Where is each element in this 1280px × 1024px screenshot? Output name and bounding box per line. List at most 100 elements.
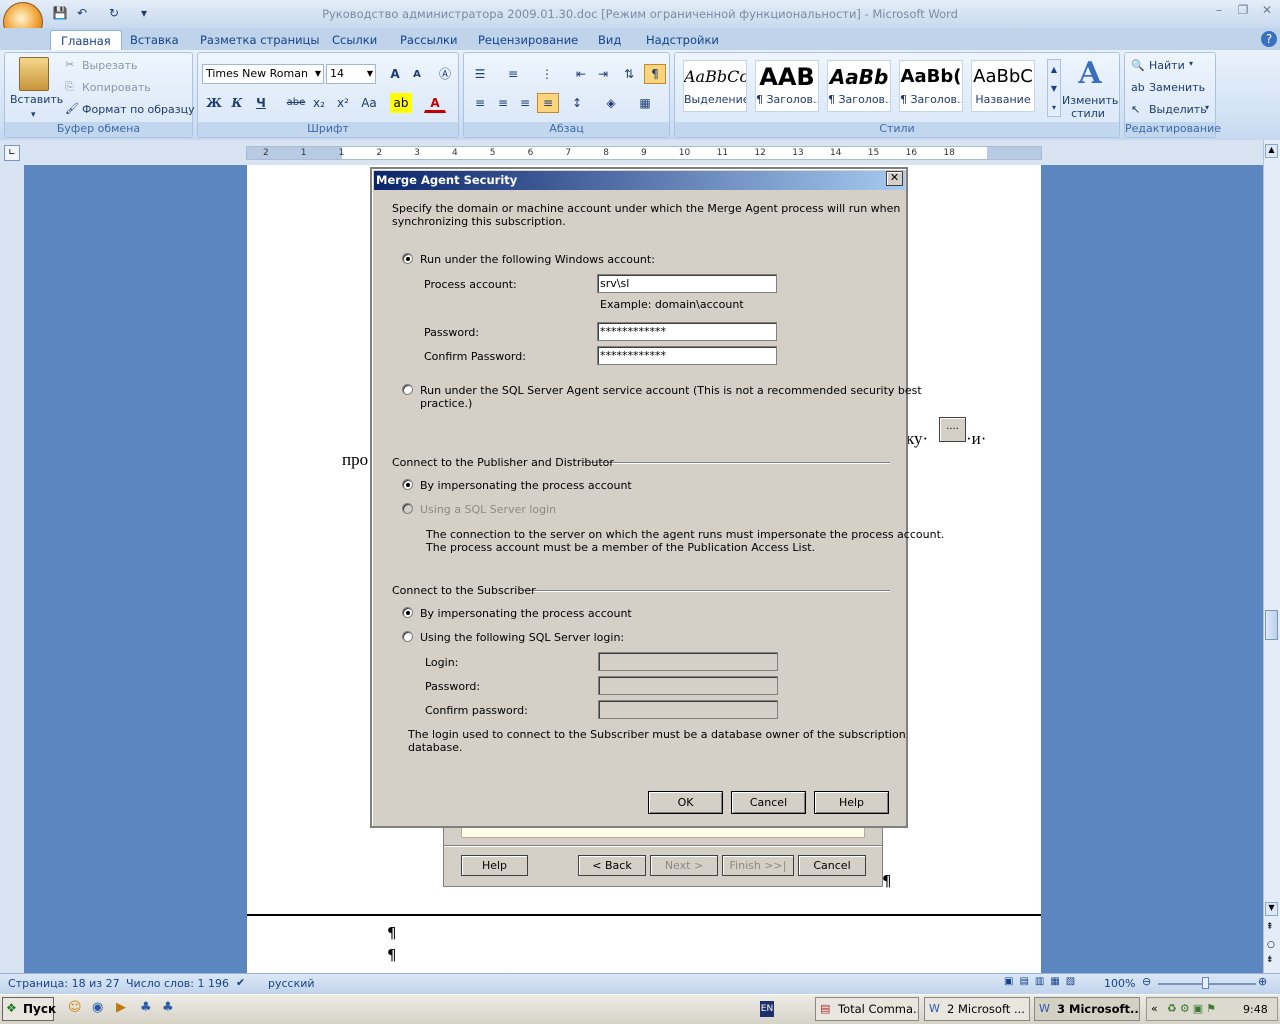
vertical-scrollbar[interactable]: ▲ ▼ ⇞ ○ ⇟ bbox=[1263, 140, 1280, 973]
justify-icon[interactable]: ≡ bbox=[537, 93, 559, 113]
bullets-icon[interactable]: ☰ bbox=[469, 64, 491, 84]
horizontal-ruler[interactable]: 2 1 1 2 3 4 5 6 7 8 9 10 11 12 13 14 15 16 18 bbox=[246, 146, 1042, 160]
increase-indent-icon[interactable]: ⇥ bbox=[592, 64, 614, 84]
next-page-icon[interactable]: ⇟ bbox=[1266, 955, 1274, 965]
password-input[interactable]: ************ bbox=[597, 322, 777, 341]
paste-button[interactable]: Вставить bbox=[10, 93, 63, 106]
run-windows-label[interactable]: Run under the following Windows account: bbox=[420, 253, 655, 266]
tab-selector-icon[interactable]: ∟ bbox=[4, 145, 20, 161]
pub-impersonate-radio[interactable] bbox=[402, 479, 413, 490]
prev-page-icon[interactable]: ⇞ bbox=[1266, 922, 1274, 932]
line-spacing-icon[interactable]: ↕ bbox=[566, 93, 588, 113]
tab-page-layout[interactable]: Разметка страницы bbox=[190, 30, 329, 50]
superscript-button[interactable]: x² bbox=[332, 93, 354, 113]
redo-icon[interactable]: ↻ bbox=[106, 5, 122, 21]
taskbar-task[interactable]: Total Comma... bbox=[815, 997, 919, 1021]
tab-mailings[interactable]: Рассылки bbox=[390, 30, 467, 50]
run-agent-radio[interactable] bbox=[402, 384, 413, 395]
style-title[interactable]: AaBbC Название bbox=[971, 60, 1035, 112]
page-count[interactable]: Страница: 18 из 27 bbox=[8, 977, 120, 990]
style-heading1[interactable]: AAB ¶ Заголов... bbox=[755, 60, 819, 112]
change-case-button[interactable]: Aa bbox=[356, 93, 382, 113]
language-status[interactable]: русский bbox=[268, 977, 315, 990]
zoom-level[interactable]: 100% bbox=[1104, 977, 1135, 990]
close-button[interactable]: ✕ bbox=[1256, 3, 1278, 21]
select-button[interactable]: Выделить bbox=[1149, 103, 1207, 116]
find-button[interactable]: Найти bbox=[1149, 59, 1185, 72]
maximize-button[interactable]: ❐ bbox=[1232, 3, 1254, 21]
align-right-icon[interactable]: ≡ bbox=[514, 93, 536, 113]
save-icon[interactable]: 💾 bbox=[52, 5, 68, 21]
bold-button[interactable]: Ж bbox=[203, 93, 225, 113]
zoom-in-icon[interactable]: ⊕ bbox=[1258, 975, 1267, 988]
sub-sql-login-radio[interactable] bbox=[402, 631, 413, 642]
zoom-slider-thumb[interactable] bbox=[1202, 977, 1209, 989]
help-button[interactable]: Help bbox=[814, 791, 889, 814]
sub-impersonate-radio[interactable] bbox=[402, 607, 413, 618]
quicklaunch-icon[interactable]: ▶ bbox=[116, 1000, 126, 1015]
decrease-indent-icon[interactable]: ⇤ bbox=[570, 64, 592, 84]
tab-home[interactable]: Главная bbox=[50, 30, 122, 50]
tray-expand-icon[interactable]: « bbox=[1151, 1002, 1158, 1015]
pub-impersonate-label[interactable]: By impersonating the process account bbox=[420, 479, 632, 492]
cut-button[interactable]: Вырезать bbox=[82, 59, 137, 72]
font-name-combo[interactable]: Times New Roman ▼ bbox=[202, 64, 324, 84]
minimize-button[interactable]: – bbox=[1208, 3, 1230, 21]
scroll-thumb[interactable] bbox=[1265, 610, 1278, 640]
zoom-out-icon[interactable]: ⊖ bbox=[1142, 975, 1151, 988]
shrink-font-icon[interactable]: A bbox=[406, 65, 428, 85]
sort-icon[interactable]: ⇅ bbox=[618, 64, 640, 84]
style-emphasis[interactable]: AaBbCc Выделение bbox=[683, 60, 747, 112]
qat-customize-icon[interactable]: ▾ bbox=[136, 5, 152, 21]
sub-sql-login-label[interactable]: Using the following SQL Server login: bbox=[420, 631, 624, 644]
tab-addins[interactable]: Надстройки bbox=[636, 30, 729, 50]
underline-button[interactable]: Ч bbox=[250, 93, 272, 113]
style-heading2[interactable]: AaBb ¶ Заголов... bbox=[827, 60, 891, 112]
italic-button[interactable]: К bbox=[226, 93, 248, 113]
quicklaunch-icon[interactable]: ◉ bbox=[92, 1000, 103, 1015]
browse-object-icon[interactable]: ○ bbox=[1267, 940, 1275, 950]
word-count[interactable]: Число слов: 1 196 bbox=[126, 977, 229, 990]
quicklaunch-icon[interactable]: ☺ bbox=[68, 1000, 82, 1015]
paste-icon[interactable] bbox=[19, 57, 49, 91]
tab-view[interactable]: Вид bbox=[588, 30, 631, 50]
language-indicator[interactable]: EN bbox=[760, 1001, 774, 1017]
run-agent-label[interactable]: Run under the SQL Server Agent service a… bbox=[420, 384, 922, 397]
help-icon[interactable]: ? bbox=[1261, 31, 1277, 47]
confirm-password-input[interactable]: ************ bbox=[597, 346, 777, 365]
highlight-icon[interactable]: ab bbox=[390, 93, 412, 113]
view-buttons[interactable]: ▣▤▥▦▧ bbox=[1004, 976, 1098, 992]
borders-icon[interactable]: ▦ bbox=[634, 93, 656, 113]
undo-icon[interactable]: ↶ bbox=[74, 5, 90, 21]
change-styles-button[interactable]: Изменить стили bbox=[1062, 94, 1118, 120]
cancel-button[interactable]: Cancel bbox=[731, 791, 806, 814]
styles-scroll[interactable]: ▲ ▼ ▾ bbox=[1047, 59, 1061, 117]
font-size-combo[interactable]: 14 ▼ bbox=[326, 64, 376, 84]
scroll-up-icon[interactable]: ▲ bbox=[1265, 144, 1278, 158]
subscript-button[interactable]: x₂ bbox=[308, 93, 330, 113]
quicklaunch-icon[interactable]: ♣ bbox=[162, 1000, 174, 1015]
strikethrough-button[interactable]: abe bbox=[284, 93, 308, 113]
align-center-icon[interactable]: ≡ bbox=[492, 93, 514, 113]
tab-insert[interactable]: Вставка bbox=[120, 30, 189, 50]
style-heading3[interactable]: AaBb(¶ Заголов... bbox=[899, 60, 963, 112]
proofing-icon[interactable]: ✔ bbox=[236, 976, 245, 989]
copy-button[interactable]: Копировать bbox=[82, 81, 151, 94]
shading-icon[interactable]: ◈ bbox=[600, 93, 622, 113]
clear-formatting-icon[interactable]: Ⓐ bbox=[434, 64, 456, 84]
tab-review[interactable]: Рецензирование bbox=[468, 30, 588, 50]
dialog-close-icon[interactable]: ✕ bbox=[886, 171, 903, 186]
run-windows-radio[interactable] bbox=[402, 253, 413, 264]
grow-font-icon[interactable]: A bbox=[384, 64, 406, 84]
tab-references[interactable]: Ссылки bbox=[322, 30, 387, 50]
quicklaunch-icon[interactable]: ♣ bbox=[140, 1000, 152, 1015]
replace-button[interactable]: Заменить bbox=[1149, 81, 1205, 94]
align-left-icon[interactable]: ≡ bbox=[469, 93, 491, 113]
format-painter-button[interactable]: Формат по образцу bbox=[82, 103, 195, 116]
change-styles-icon[interactable]: A bbox=[1069, 59, 1111, 89]
tray-icons[interactable]: ♻⚙▣⚑ bbox=[1167, 1002, 1219, 1015]
scroll-down-icon[interactable]: ▼ bbox=[1265, 902, 1278, 916]
multilevel-list-icon[interactable]: ⋮ bbox=[536, 64, 558, 84]
process-account-input[interactable]: srv\sl bbox=[597, 274, 777, 293]
font-color-icon[interactable]: A bbox=[424, 93, 446, 113]
